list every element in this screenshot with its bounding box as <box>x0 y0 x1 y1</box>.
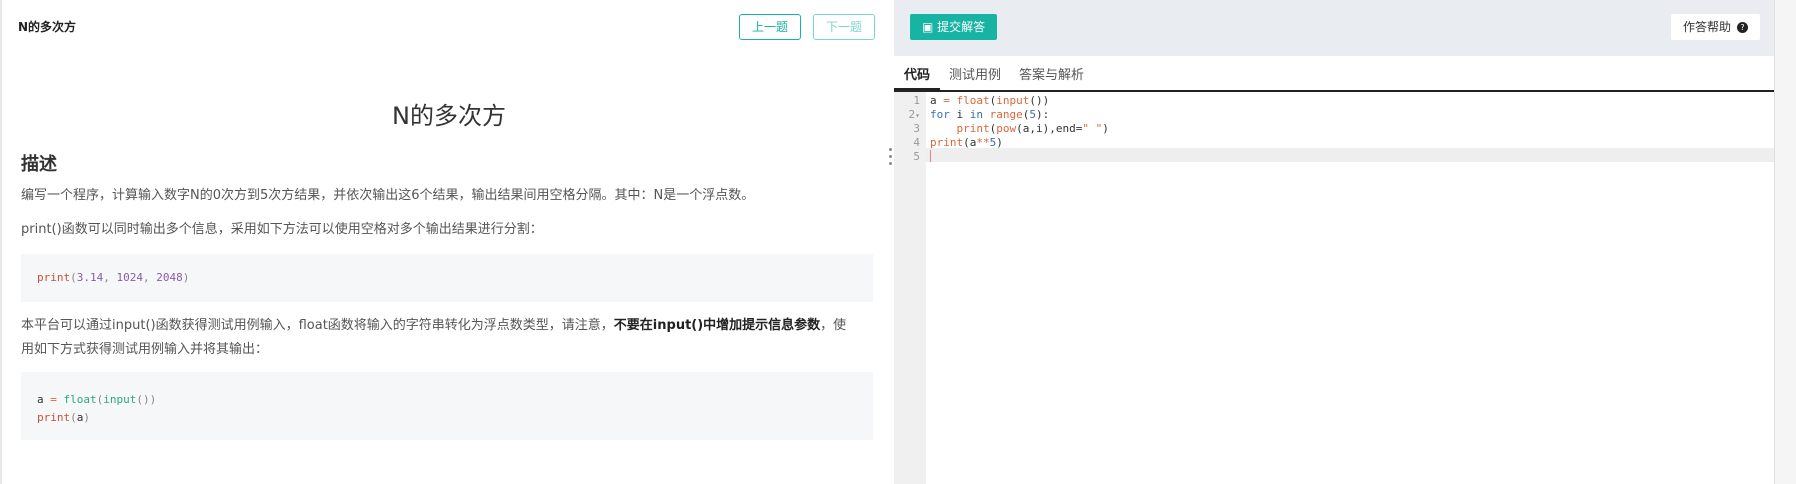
save-icon: ▣ <box>922 20 938 34</box>
code-token: ) <box>182 271 190 284</box>
line-number: 2▾ <box>908 108 920 121</box>
code-token: input <box>103 393 137 406</box>
line-number: 1 <box>913 94 920 107</box>
code-token: , <box>143 271 157 284</box>
prev-problem-button[interactable]: 上一题 <box>739 14 802 40</box>
description-heading: 描述 <box>21 154 57 175</box>
code-token: 2048 <box>156 271 183 284</box>
line-number: 4 <box>913 136 920 149</box>
page-scrollbar[interactable] <box>1774 0 1796 484</box>
tab-test-cases[interactable]: 测试用例 <box>949 64 1001 83</box>
tab-answer-analysis[interactable]: 答案与解析 <box>1019 64 1084 83</box>
submit-answer-button[interactable]: ▣ 提交解答 <box>910 14 998 40</box>
answer-panel: ▣ 提交解答 作答帮助? 代码 测试用例 答案与解析 1 2▾ 3 4 5 a … <box>894 0 1774 484</box>
text-cursor <box>930 150 931 162</box>
code-editor[interactable]: 1 2▾ 3 4 5 a = float(input()) for i in r… <box>894 92 1774 484</box>
active-line-highlight <box>926 148 1774 162</box>
code-token: ( <box>70 271 77 284</box>
input-hint-bold: 不要在input()中增加提示信息参数 <box>613 318 821 333</box>
question-icon: ? <box>1737 22 1748 33</box>
code-line-1: a = float(input()) <box>930 94 1050 107</box>
code-token: a <box>37 393 44 406</box>
code-token: print <box>37 411 71 424</box>
code-line: print(a) <box>37 411 90 424</box>
code-token: 3.14 <box>76 271 104 284</box>
code-line-4: print(a**5) <box>930 136 1003 149</box>
code-line-2: for i in range(5): <box>930 108 1050 121</box>
submit-label: 提交解答 <box>937 20 986 34</box>
help-button[interactable]: 作答帮助? <box>1670 14 1760 40</box>
line-number: 3 <box>913 122 920 135</box>
code-token: 1024 <box>116 271 144 284</box>
code-token: , <box>103 271 117 284</box>
next-problem-button[interactable]: 下一题 <box>813 14 876 40</box>
tab-code[interactable]: 代码 <box>904 64 930 83</box>
code-example-print: print(3.14, 1024, 2048) <box>21 254 873 302</box>
code-token: print <box>37 271 71 284</box>
print-hint-text: print()函数可以同时输出多个信息，采用如下方法可以使用空格对多个输出结果进… <box>21 222 543 237</box>
help-label: 作答帮助 <box>1682 20 1731 34</box>
answer-toolbar: ▣ 提交解答 作答帮助? <box>894 0 1774 56</box>
resize-handle[interactable] <box>889 148 893 169</box>
line-number: 5 <box>913 150 920 163</box>
code-line-3: print(pow(a,i),end=" ") <box>956 122 1109 135</box>
breadcrumb: N的多次方 <box>18 20 77 34</box>
code-token: () <box>136 393 150 406</box>
code-example-input: a = float(input()) print(a) <box>21 372 873 440</box>
description-text: 编写一个程序，计算输入数字N的0次方到5次方结果，并依次输出这6个结果，输出结果… <box>21 188 755 203</box>
code-line: a = float(input()) <box>37 393 157 406</box>
active-tab-indicator <box>894 88 940 91</box>
fold-icon[interactable]: ▾ <box>915 111 920 120</box>
code-token: = <box>43 393 64 406</box>
editor-tabs: 代码 测试用例 答案与解析 <box>894 56 1774 92</box>
input-hint-text: 本平台可以通过input()函数获得测试用例输入，float函数将输入的字符串转… <box>21 314 851 362</box>
problem-panel: N的多次方 上一题 下一题 N的多次方 描述 编写一个程序，计算输入数字N的0次… <box>0 0 894 484</box>
problem-title: N的多次方 <box>392 102 506 130</box>
input-hint-part1: 本平台可以通过input()函数获得测试用例输入，float函数将输入的字符串转… <box>21 318 614 333</box>
code-token: float <box>63 393 97 406</box>
